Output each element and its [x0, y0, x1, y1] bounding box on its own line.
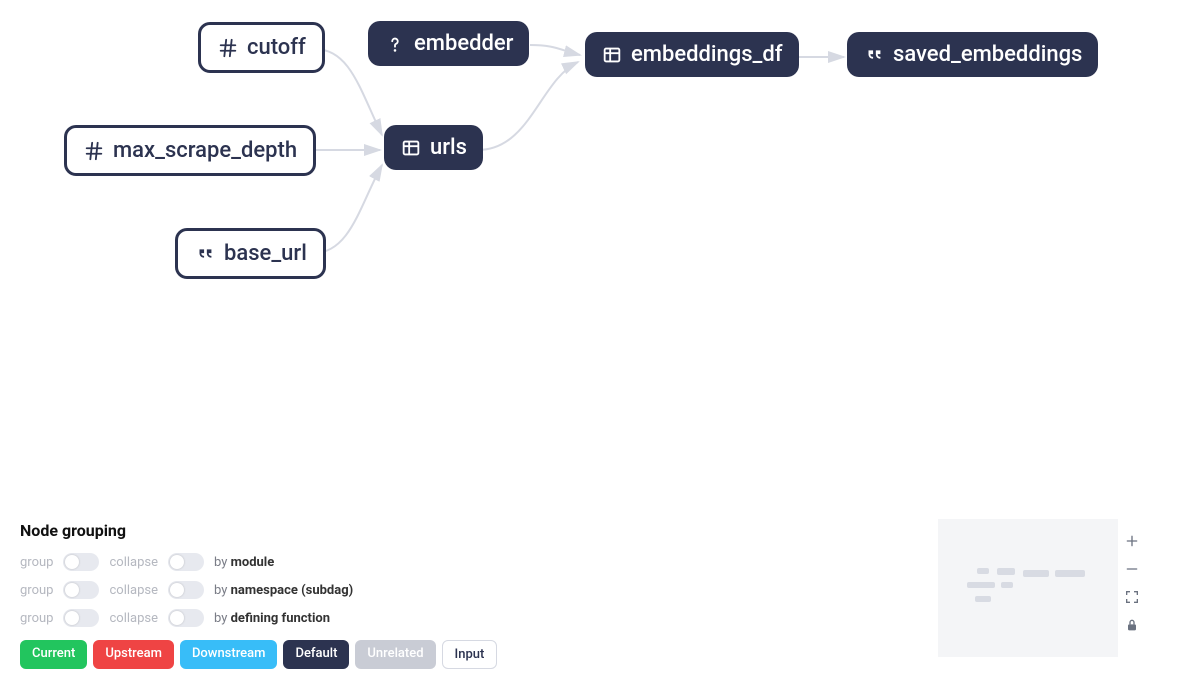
grouping-row-defining-function: group collapse by defining function: [20, 604, 920, 632]
toggle-label: collapse: [109, 555, 158, 570]
node-max-scrape-depth[interactable]: max_scrape_depth: [64, 125, 316, 176]
fit-view-button[interactable]: [1122, 587, 1142, 607]
badge-default[interactable]: Default: [283, 640, 349, 669]
node-label: embeddings_df: [631, 42, 783, 67]
node-base-url[interactable]: base_url: [175, 228, 326, 279]
toggle-label: collapse: [109, 611, 158, 626]
zoom-out-button[interactable]: [1122, 559, 1142, 579]
panel-title: Node grouping: [20, 521, 920, 540]
toggle-label: collapse: [109, 583, 158, 598]
grouping-description: by module: [214, 555, 274, 570]
minus-icon: [1124, 561, 1140, 577]
toggle-group-module[interactable]: [63, 553, 99, 571]
badge-current[interactable]: Current: [20, 640, 87, 669]
node-label: base_url: [224, 241, 307, 266]
node-embedder[interactable]: embedder: [368, 21, 529, 66]
node-cutoff[interactable]: cutoff: [198, 22, 325, 73]
node-urls[interactable]: urls: [384, 125, 483, 170]
toggle-label: group: [20, 583, 53, 598]
panel-node-grouping: Node grouping group collapse by module g…: [20, 521, 920, 669]
badge-downstream[interactable]: Downstream: [180, 640, 278, 669]
lock-icon: [1124, 617, 1140, 633]
lock-button[interactable]: [1122, 615, 1142, 635]
badge-upstream[interactable]: Upstream: [93, 640, 174, 669]
node-label: saved_embeddings: [893, 42, 1082, 67]
plus-icon: [1124, 533, 1140, 549]
node-saved-embeddings[interactable]: saved_embeddings: [847, 32, 1098, 77]
toggle-collapse-namespace[interactable]: [168, 581, 204, 599]
node-label: cutoff: [247, 35, 306, 60]
grouping-row-module: group collapse by module: [20, 548, 920, 576]
table-icon: [400, 137, 422, 159]
grouping-row-namespace: group collapse by namespace (subdag): [20, 576, 920, 604]
toggle-label: group: [20, 555, 53, 570]
grouping-description: by defining function: [214, 611, 330, 626]
legend-badges: Current Upstream Downstream Default Unre…: [20, 640, 920, 669]
badge-input[interactable]: Input: [442, 640, 498, 669]
badge-unrelated[interactable]: Unrelated: [355, 640, 435, 669]
expand-icon: [1124, 589, 1140, 605]
zoom-in-button[interactable]: [1122, 531, 1142, 551]
grouping-description: by namespace (subdag): [214, 583, 353, 598]
minimap-content: [967, 568, 1089, 608]
table-icon: [601, 44, 623, 66]
toggle-group-namespace[interactable]: [63, 581, 99, 599]
node-label: max_scrape_depth: [113, 138, 297, 163]
minimap[interactable]: [938, 519, 1118, 657]
node-embeddings-df[interactable]: embeddings_df: [585, 32, 799, 77]
hash-icon: [217, 37, 239, 59]
dag-canvas[interactable]: cutoff embedder embeddings_df saved_embe…: [0, 0, 1200, 675]
hash-icon: [83, 140, 105, 162]
toggle-collapse-defining-function[interactable]: [168, 609, 204, 627]
node-label: urls: [430, 135, 467, 160]
quote-icon: [194, 243, 216, 265]
node-label: embedder: [414, 31, 513, 56]
question-icon: [384, 33, 406, 55]
zoom-controls: [1122, 531, 1142, 635]
toggle-group-defining-function[interactable]: [63, 609, 99, 627]
toggle-collapse-module[interactable]: [168, 553, 204, 571]
quote-icon: [863, 44, 885, 66]
toggle-label: group: [20, 611, 53, 626]
